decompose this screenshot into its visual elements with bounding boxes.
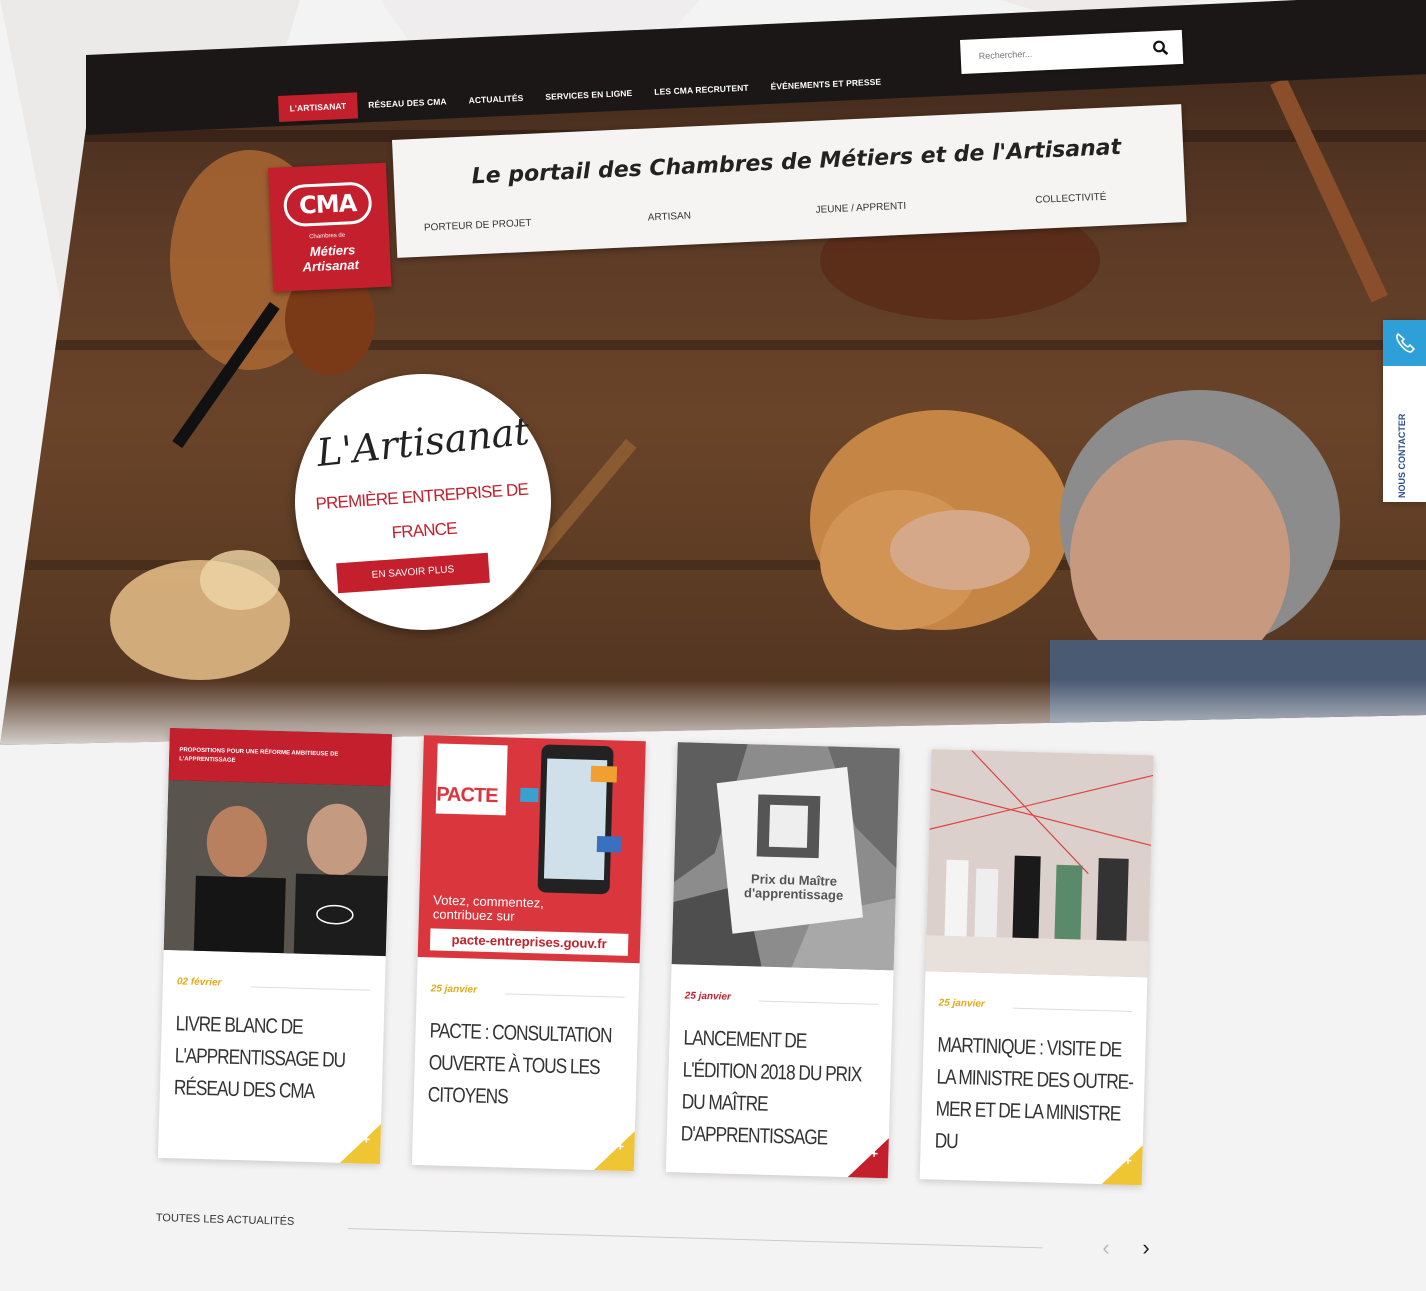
nav-item[interactable]: ACTUALITÉS [457, 84, 535, 113]
news-card-date: 25 janvier [430, 983, 478, 996]
read-more-icon[interactable]: + [847, 1137, 889, 1179]
promo-circle: L'Artisanat PREMIÈRE ENTREPRISE DE FRANC… [295, 374, 551, 630]
nav-item[interactable]: RÉSEAU DES CMA [357, 88, 458, 119]
news-card[interactable]: 25 janvier MARTINIQUE : VISITE DE LA MIN… [919, 749, 1154, 1186]
news-card-image: Prix du Maître d'apprentissage [671, 742, 900, 971]
read-more-icon[interactable]: + [593, 1130, 635, 1172]
search-icon[interactable] [1152, 40, 1169, 57]
news-card-image: PROPOSITIONS POUR UNE RÉFORME AMBITIEUSE… [163, 728, 392, 957]
phone-icon [1383, 320, 1426, 366]
news-card-image [925, 749, 1154, 978]
logo-mark: CMA [282, 181, 373, 228]
nav-item[interactable]: L'ARTISANAT [278, 92, 358, 122]
nav-item[interactable]: SERVICES EN LIGNE [534, 79, 644, 110]
logo-line1: Chambres de [309, 232, 346, 241]
news-card-date: 25 janvier [684, 990, 732, 1003]
audience-link-collectivite[interactable]: COLLECTIVITÉ [1035, 192, 1107, 206]
carousel-next-icon[interactable]: › [1136, 1236, 1156, 1260]
promo-subtitle: PREMIÈRE ENTREPRISE DE FRANCE [314, 479, 529, 543]
news-card[interactable]: Prix du Maître d'apprentissage 25 janvie… [665, 742, 900, 1179]
news-card-divider [250, 986, 371, 991]
news-card-title: PACTE : CONSULTATION OUVERTE À TOUS LES … [427, 1019, 612, 1109]
news-card-divider [504, 993, 625, 998]
audience-link-jeune[interactable]: JEUNE / APPRENTI [815, 201, 906, 216]
news-card-divider [758, 1000, 879, 1005]
news-card-image-text: Votez, commentez, contribuez sur [432, 892, 545, 924]
page: L'ARTISANAT RÉSEAU DES CMA ACTUALITÉS SERVI… [0, 0, 1426, 1291]
all-news-divider [347, 1228, 1043, 1249]
news-card-date: 25 janvier [938, 997, 985, 1010]
news-card[interactable]: PACTE Votez, commentez, contribuez sur p… [411, 735, 646, 1172]
audience-link-artisan[interactable]: ARTISAN [648, 211, 692, 224]
promo-script-title: L'Artisanat [314, 408, 532, 476]
news-carousel: PROPOSITIONS POUR UNE RÉFORME AMBITIEUSE… [157, 728, 1180, 1231]
news-card[interactable]: PROPOSITIONS POUR UNE RÉFORME AMBITIEUSE… [157, 728, 392, 1165]
news-card-title: LIVRE BLANC DE L'APPRENTISSAGE DU RÉSEAU… [173, 1012, 346, 1104]
news-card-date: 02 février [176, 976, 222, 989]
news-card-image-caption: Prix du Maître d'apprentissage [743, 871, 844, 903]
news-card-image: PACTE Votez, commentez, contribuez sur p… [417, 735, 646, 964]
cma-logo[interactable]: CMA Chambres de Métiers Artisanat [268, 162, 392, 292]
news-card-title: LANCEMENT DE L'ÉDITION 2018 DU PRIX DU M… [680, 1026, 862, 1150]
audience-link-porteur[interactable]: PORTEUR DE PROJET [424, 218, 532, 234]
contact-label: NOUS CONTACTER [1397, 413, 1407, 498]
learn-more-button[interactable]: EN SAVOIR PLUS [336, 552, 490, 594]
carousel-prev-icon[interactable]: ‹ [1096, 1236, 1116, 1260]
news-card-divider [1012, 1007, 1133, 1012]
all-news-link[interactable]: TOUTES LES ACTUALITÉS [156, 1212, 295, 1228]
read-more-icon[interactable]: + [339, 1122, 382, 1165]
nav-item[interactable]: LES CMA RECRUTENT [643, 74, 760, 105]
search-input[interactable] [976, 42, 1151, 63]
news-card-title: MARTINIQUE : VISITE DE LA MINISTRE DES O… [934, 1033, 1134, 1154]
contact-tab[interactable]: NOUS CONTACTER [1383, 320, 1426, 502]
read-more-icon[interactable]: + [1101, 1144, 1143, 1186]
logo-line3: Artisanat [302, 256, 360, 275]
portal-title: Le portail des Chambres de Métiers et de… [471, 134, 1122, 190]
